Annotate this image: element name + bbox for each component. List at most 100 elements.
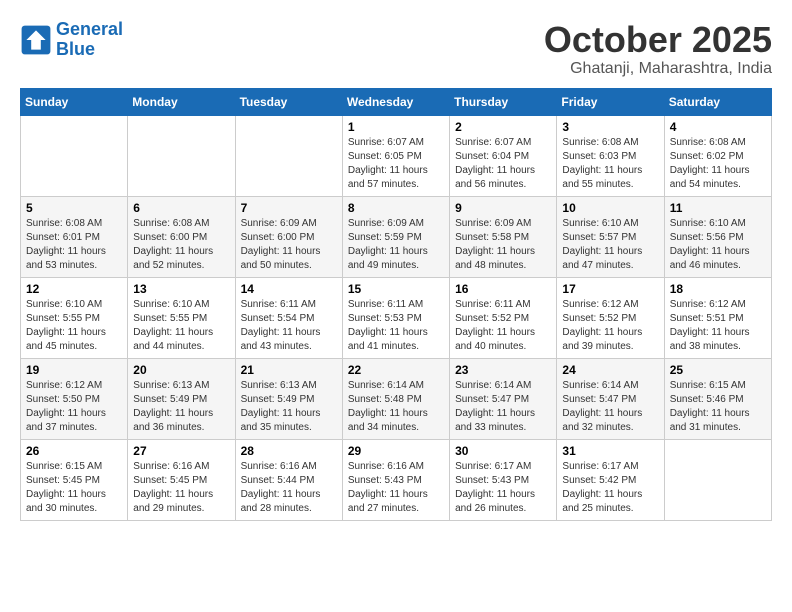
calendar-week-row: 19 Sunrise: 6:12 AM Sunset: 5:50 PM Dayli… <box>21 358 772 439</box>
calendar-cell: 7 Sunrise: 6:09 AM Sunset: 6:00 PM Daylig… <box>235 196 342 277</box>
day-number: 13 <box>133 282 229 296</box>
calendar-cell: 14Sunrise: 6:11 AM Sunset: 5:54 PM Dayli… <box>235 277 342 358</box>
calendar-cell: 13Sunrise: 6:10 AM Sunset: 5:55 PM Dayli… <box>128 277 235 358</box>
weekday-header-sunday: Sunday <box>21 88 128 115</box>
day-info: Sunrise: 6:17 AM Sunset: 5:43 PM Dayligh… <box>455 460 551 516</box>
day-number: 23 <box>455 363 551 377</box>
calendar-cell <box>235 115 342 196</box>
day-number: 4 <box>670 120 766 134</box>
page-header: General Blue October 2025 Ghatanji, Maha… <box>20 20 772 78</box>
day-number: 5 <box>26 201 122 215</box>
day-info: Sunrise: 6:07 AM Sunset: 6:04 PM Dayligh… <box>455 136 551 192</box>
day-info: Sunrise: 6:08 AM Sunset: 6:01 PM Dayligh… <box>26 217 122 273</box>
calendar-cell: 3 Sunrise: 6:08 AM Sunset: 6:03 PM Daylig… <box>557 115 664 196</box>
day-info: Sunrise: 6:09 AM Sunset: 5:58 PM Dayligh… <box>455 217 551 273</box>
day-number: 28 <box>241 444 337 458</box>
day-number: 15 <box>348 282 444 296</box>
calendar-table: SundayMondayTuesdayWednesdayThursdayFrid… <box>20 88 772 521</box>
day-info: Sunrise: 6:11 AM Sunset: 5:53 PM Dayligh… <box>348 298 444 354</box>
day-number: 24 <box>562 363 658 377</box>
day-info: Sunrise: 6:12 AM Sunset: 5:52 PM Dayligh… <box>562 298 658 354</box>
day-info: Sunrise: 6:07 AM Sunset: 6:05 PM Dayligh… <box>348 136 444 192</box>
calendar-cell: 2 Sunrise: 6:07 AM Sunset: 6:04 PM Daylig… <box>450 115 557 196</box>
day-info: Sunrise: 6:08 AM Sunset: 6:03 PM Dayligh… <box>562 136 658 192</box>
day-info: Sunrise: 6:12 AM Sunset: 5:51 PM Dayligh… <box>670 298 766 354</box>
day-number: 26 <box>26 444 122 458</box>
logo-line1: General <box>56 19 123 39</box>
day-info: Sunrise: 6:11 AM Sunset: 5:52 PM Dayligh… <box>455 298 551 354</box>
calendar-cell <box>664 439 771 520</box>
weekday-header-tuesday: Tuesday <box>235 88 342 115</box>
calendar-cell: 8Sunrise: 6:09 AM Sunset: 5:59 PM Daylig… <box>342 196 449 277</box>
day-info: Sunrise: 6:08 AM Sunset: 6:02 PM Dayligh… <box>670 136 766 192</box>
calendar-cell: 30 Sunrise: 6:17 AM Sunset: 5:43 PM Dayli… <box>450 439 557 520</box>
day-number: 14 <box>241 282 337 296</box>
day-number: 17 <box>562 282 658 296</box>
day-info: Sunrise: 6:12 AM Sunset: 5:50 PM Dayligh… <box>26 379 122 435</box>
day-number: 27 <box>133 444 229 458</box>
calendar-cell: 20 Sunrise: 6:13 AM Sunset: 5:49 PM Dayli… <box>128 358 235 439</box>
weekday-header-wednesday: Wednesday <box>342 88 449 115</box>
day-number: 9 <box>455 201 551 215</box>
calendar-cell: 31Sunrise: 6:17 AM Sunset: 5:42 PM Dayli… <box>557 439 664 520</box>
calendar-cell: 29Sunrise: 6:16 AM Sunset: 5:43 PM Dayli… <box>342 439 449 520</box>
calendar-cell: 18 Sunrise: 6:12 AM Sunset: 5:51 PM Dayli… <box>664 277 771 358</box>
calendar-cell: 17 Sunrise: 6:12 AM Sunset: 5:52 PM Dayli… <box>557 277 664 358</box>
day-number: 7 <box>241 201 337 215</box>
month-title: October 2025 <box>544 20 772 60</box>
calendar-cell: 15 Sunrise: 6:11 AM Sunset: 5:53 PM Dayli… <box>342 277 449 358</box>
calendar-cell: 1 Sunrise: 6:07 AM Sunset: 6:05 PM Daylig… <box>342 115 449 196</box>
day-info: Sunrise: 6:09 AM Sunset: 5:59 PM Dayligh… <box>348 217 444 273</box>
day-info: Sunrise: 6:10 AM Sunset: 5:55 PM Dayligh… <box>26 298 122 354</box>
calendar-cell: 19 Sunrise: 6:12 AM Sunset: 5:50 PM Dayli… <box>21 358 128 439</box>
calendar-week-row: 5 Sunrise: 6:08 AM Sunset: 6:01 PM Daylig… <box>21 196 772 277</box>
day-info: Sunrise: 6:14 AM Sunset: 5:47 PM Dayligh… <box>562 379 658 435</box>
calendar-cell: 12Sunrise: 6:10 AM Sunset: 5:55 PM Dayli… <box>21 277 128 358</box>
day-info: Sunrise: 6:16 AM Sunset: 5:44 PM Dayligh… <box>241 460 337 516</box>
calendar-cell: 4 Sunrise: 6:08 AM Sunset: 6:02 PM Daylig… <box>664 115 771 196</box>
day-info: Sunrise: 6:16 AM Sunset: 5:45 PM Dayligh… <box>133 460 229 516</box>
weekday-header-friday: Friday <box>557 88 664 115</box>
day-number: 1 <box>348 120 444 134</box>
calendar-week-row: 26Sunrise: 6:15 AM Sunset: 5:45 PM Dayli… <box>21 439 772 520</box>
day-info: Sunrise: 6:10 AM Sunset: 5:56 PM Dayligh… <box>670 217 766 273</box>
calendar-cell <box>21 115 128 196</box>
day-number: 3 <box>562 120 658 134</box>
calendar-cell: 27 Sunrise: 6:16 AM Sunset: 5:45 PM Dayli… <box>128 439 235 520</box>
calendar-week-row: 12Sunrise: 6:10 AM Sunset: 5:55 PM Dayli… <box>21 277 772 358</box>
day-number: 20 <box>133 363 229 377</box>
calendar-cell: 6 Sunrise: 6:08 AM Sunset: 6:00 PM Daylig… <box>128 196 235 277</box>
calendar-cell: 28 Sunrise: 6:16 AM Sunset: 5:44 PM Dayli… <box>235 439 342 520</box>
calendar-cell: 9 Sunrise: 6:09 AM Sunset: 5:58 PM Daylig… <box>450 196 557 277</box>
day-number: 10 <box>562 201 658 215</box>
weekday-header-saturday: Saturday <box>664 88 771 115</box>
day-number: 21 <box>241 363 337 377</box>
calendar-week-row: 1 Sunrise: 6:07 AM Sunset: 6:05 PM Daylig… <box>21 115 772 196</box>
calendar-cell <box>128 115 235 196</box>
day-number: 25 <box>670 363 766 377</box>
logo-icon <box>20 24 52 56</box>
calendar-cell: 11Sunrise: 6:10 AM Sunset: 5:56 PM Dayli… <box>664 196 771 277</box>
day-number: 18 <box>670 282 766 296</box>
calendar-header-row: SundayMondayTuesdayWednesdayThursdayFrid… <box>21 88 772 115</box>
day-info: Sunrise: 6:13 AM Sunset: 5:49 PM Dayligh… <box>241 379 337 435</box>
day-number: 22 <box>348 363 444 377</box>
day-number: 6 <box>133 201 229 215</box>
day-info: Sunrise: 6:14 AM Sunset: 5:48 PM Dayligh… <box>348 379 444 435</box>
day-info: Sunrise: 6:08 AM Sunset: 6:00 PM Dayligh… <box>133 217 229 273</box>
day-number: 19 <box>26 363 122 377</box>
title-block: October 2025 Ghatanji, Maharashtra, Indi… <box>544 20 772 78</box>
day-info: Sunrise: 6:17 AM Sunset: 5:42 PM Dayligh… <box>562 460 658 516</box>
day-info: Sunrise: 6:09 AM Sunset: 6:00 PM Dayligh… <box>241 217 337 273</box>
calendar-cell: 26Sunrise: 6:15 AM Sunset: 5:45 PM Dayli… <box>21 439 128 520</box>
day-info: Sunrise: 6:14 AM Sunset: 5:47 PM Dayligh… <box>455 379 551 435</box>
calendar-cell: 16 Sunrise: 6:11 AM Sunset: 5:52 PM Dayli… <box>450 277 557 358</box>
day-info: Sunrise: 6:13 AM Sunset: 5:49 PM Dayligh… <box>133 379 229 435</box>
calendar-cell: 23 Sunrise: 6:14 AM Sunset: 5:47 PM Dayli… <box>450 358 557 439</box>
day-number: 16 <box>455 282 551 296</box>
day-number: 30 <box>455 444 551 458</box>
day-number: 2 <box>455 120 551 134</box>
weekday-header-monday: Monday <box>128 88 235 115</box>
calendar-cell: 5 Sunrise: 6:08 AM Sunset: 6:01 PM Daylig… <box>21 196 128 277</box>
day-info: Sunrise: 6:16 AM Sunset: 5:43 PM Dayligh… <box>348 460 444 516</box>
